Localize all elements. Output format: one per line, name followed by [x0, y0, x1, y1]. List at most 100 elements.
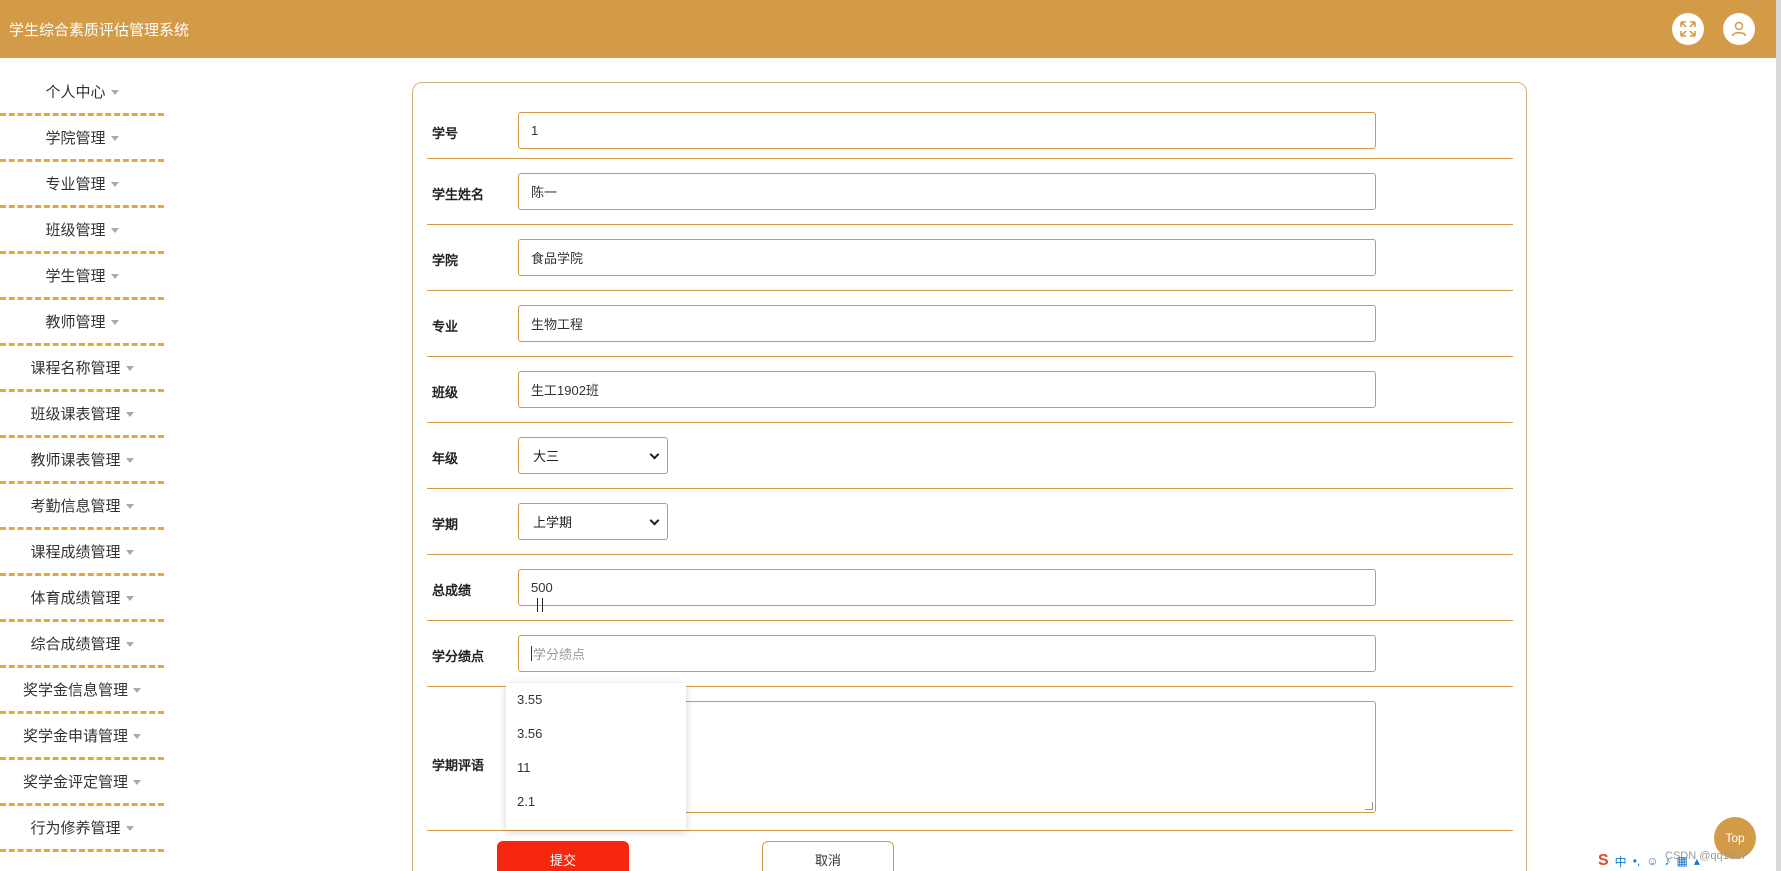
sidebar-item-scholarship-info[interactable]: 奖学金信息管理	[0, 668, 164, 714]
autocomplete-option[interactable]: 3.56	[506, 717, 686, 751]
caret-down-icon	[110, 274, 119, 279]
sidebar-item-college[interactable]: 学院管理	[0, 116, 164, 162]
page-scrollbar[interactable]	[1776, 0, 1781, 871]
field-label: 学院	[432, 253, 459, 268]
caret-down-icon	[110, 320, 119, 325]
sidebar-item-class-schedule[interactable]: 班级课表管理	[0, 392, 164, 438]
caret-down-icon	[125, 412, 134, 417]
sidebar-item-course-name[interactable]: 课程名称管理	[0, 346, 164, 392]
sidebar-item-label: 课程名称管理	[30, 360, 121, 377]
sidebar-item-label: 班级课表管理	[30, 406, 121, 423]
sidebar-item-label: 体育成绩管理	[30, 590, 121, 607]
caret-down-icon	[125, 458, 134, 463]
total-score-input[interactable]: 500	[518, 569, 1376, 606]
sidebar-item-label: 教师课表管理	[30, 452, 121, 469]
sidebar-item-conduct[interactable]: 行为修养管理	[0, 806, 164, 852]
form-row-student-id: 学号 1	[427, 83, 1513, 159]
student-id-input[interactable]: 1	[518, 112, 1376, 149]
form-row-student-name: 学生姓名 陈一	[427, 159, 1513, 225]
ime-toolbar: S 中 •, ☺ ♪ ▦ ▴	[1598, 851, 1776, 871]
gpa-autocomplete-list: 3.55 3.56 11 2.1	[506, 683, 686, 830]
autocomplete-option[interactable]: 3.55	[506, 683, 686, 717]
caret-down-icon	[125, 504, 134, 509]
ime-keyboard-icon[interactable]: ▦	[1677, 854, 1688, 868]
caret-down-icon	[125, 826, 134, 831]
caret-down-icon	[133, 780, 141, 785]
sidebar-item-major[interactable]: 专业管理	[0, 162, 164, 208]
top-header: 学生综合素质评估管理系统	[0, 0, 1776, 58]
sidebar-item-label: 奖学金评定管理	[22, 774, 128, 791]
form-row-grade: 年级 大三	[427, 423, 1513, 489]
form-row-gpa: 学分绩点 学分绩点	[427, 621, 1513, 687]
form-row-college: 学院 食品学院	[427, 225, 1513, 291]
ime-emoji-icon[interactable]: ☺	[1646, 854, 1658, 868]
sidebar-item-class[interactable]: 班级管理	[0, 208, 164, 254]
sidebar-item-label: 综合成绩管理	[30, 636, 121, 653]
resize-handle-icon[interactable]	[1365, 802, 1373, 810]
sidebar-item-label: 课程成绩管理	[30, 544, 121, 561]
user-icon[interactable]	[1723, 13, 1755, 45]
ime-language-indicator[interactable]: 中	[1615, 853, 1627, 870]
sidebar-item-label: 学生管理	[45, 268, 106, 285]
app-title: 学生综合素质评估管理系统	[9, 22, 190, 39]
sidebar-item-overall-score[interactable]: 综合成绩管理	[0, 622, 164, 668]
cancel-button[interactable]: 取消	[762, 841, 894, 871]
college-input[interactable]: 食品学院	[518, 239, 1376, 276]
sidebar-item-label: 个人中心	[45, 84, 106, 101]
ime-logo-icon: S	[1598, 852, 1609, 869]
sidebar-menu: 个人中心 学院管理 专业管理 班级管理 学生管理 教师管理 课程名称管理 班级课…	[0, 70, 164, 852]
autocomplete-option[interactable]: 11	[506, 751, 686, 785]
caret-down-icon	[125, 366, 134, 371]
field-label: 年级	[432, 451, 459, 466]
caret-down-icon	[110, 90, 119, 95]
field-label: 学号	[432, 126, 459, 141]
caret-down-icon	[110, 182, 119, 187]
sidebar-item-label: 奖学金申请管理	[22, 728, 128, 745]
field-label: 学期	[432, 517, 459, 532]
field-label: 学期评语	[432, 758, 485, 773]
student-name-input[interactable]: 陈一	[518, 173, 1376, 210]
sidebar-item-teacher[interactable]: 教师管理	[0, 300, 164, 346]
sidebar-item-course-score[interactable]: 课程成绩管理	[0, 530, 164, 576]
caret-down-icon	[110, 136, 119, 141]
sidebar-item-student[interactable]: 学生管理	[0, 254, 164, 300]
form-row-major: 专业 生物工程	[427, 291, 1513, 357]
sidebar-item-label: 班级管理	[45, 222, 106, 239]
ime-skin-icon[interactable]: ▴	[1694, 854, 1700, 868]
caret-down-icon	[110, 228, 119, 233]
form-row-class: 班级 生工1902班	[427, 357, 1513, 423]
fullscreen-icon[interactable]	[1672, 13, 1704, 45]
autocomplete-option[interactable]: 2.1	[506, 785, 686, 819]
sidebar-item-label: 行为修养管理	[30, 820, 121, 837]
sidebar-item-teacher-schedule[interactable]: 教师课表管理	[0, 438, 164, 484]
sidebar-item-pe-score[interactable]: 体育成绩管理	[0, 576, 164, 622]
field-label: 总成绩	[432, 583, 472, 598]
form-row-total-score: 总成绩 500	[427, 555, 1513, 621]
sidebar-item-scholarship-apply[interactable]: 奖学金申请管理	[0, 714, 164, 760]
caret-down-icon	[133, 734, 141, 739]
chevron-down-icon	[649, 515, 660, 526]
gpa-input[interactable]: 学分绩点	[518, 635, 1376, 672]
text-cursor-icon	[537, 598, 543, 612]
ime-mic-icon[interactable]: ♪	[1665, 854, 1671, 868]
class-input[interactable]: 生工1902班	[518, 371, 1376, 408]
field-label: 学生姓名	[432, 187, 485, 202]
caret-down-icon	[125, 642, 134, 647]
text-caret	[531, 646, 532, 661]
sidebar-item-label: 教师管理	[45, 314, 106, 331]
sidebar-item-label: 奖学金信息管理	[22, 682, 128, 699]
sidebar-item-label: 考勤信息管理	[30, 498, 121, 515]
ime-punctuation-icon[interactable]: •,	[1633, 854, 1641, 868]
chevron-down-icon	[649, 449, 660, 460]
sidebar-item-attendance[interactable]: 考勤信息管理	[0, 484, 164, 530]
sidebar-item-personal-center[interactable]: 个人中心	[0, 70, 164, 116]
major-input[interactable]: 生物工程	[518, 305, 1376, 342]
field-label: 班级	[432, 385, 459, 400]
submit-button[interactable]: 提交	[497, 841, 629, 871]
sidebar-item-scholarship-review[interactable]: 奖学金评定管理	[0, 760, 164, 806]
caret-down-icon	[133, 688, 141, 693]
grade-select[interactable]: 大三	[518, 437, 668, 474]
semester-select[interactable]: 上学期	[518, 503, 668, 540]
form-row-semester: 学期 上学期	[427, 489, 1513, 555]
caret-down-icon	[125, 550, 134, 555]
